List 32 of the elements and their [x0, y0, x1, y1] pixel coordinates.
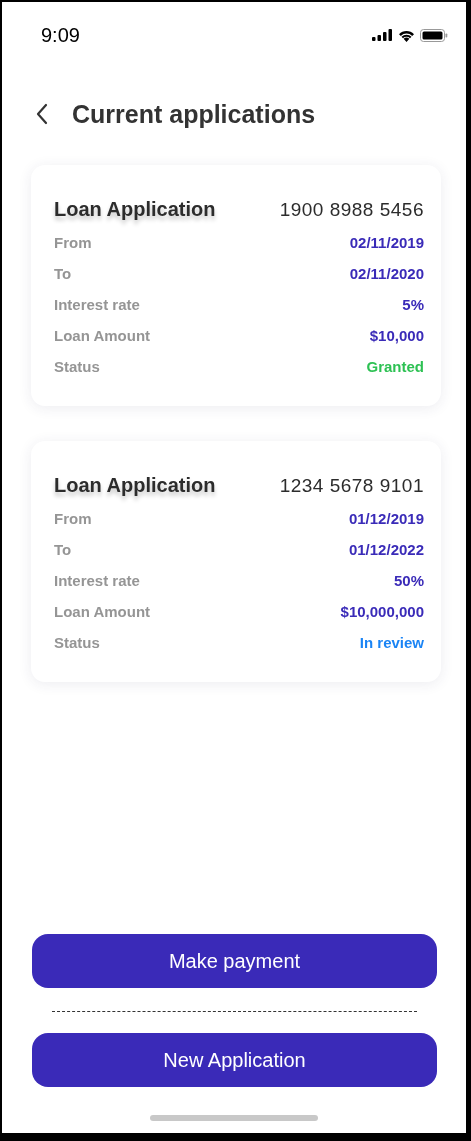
field-value: $10,000	[369, 327, 424, 344]
field-value: 01/12/2022	[348, 541, 424, 558]
field-label: Interest rate	[54, 572, 140, 589]
field-label: From	[54, 234, 92, 251]
action-button[interactable]: Make payment	[32, 934, 437, 988]
field-label: Status	[54, 358, 100, 375]
field-value: 02/11/2019	[349, 234, 424, 251]
field-label: From	[54, 510, 92, 527]
field-value: Granted	[366, 358, 424, 375]
back-icon[interactable]	[36, 103, 48, 125]
field-label: Loan Amount	[54, 327, 151, 344]
field-label: Status	[54, 634, 100, 651]
card-title: Loan Application	[54, 198, 216, 221]
field-value: $10,000,000	[340, 603, 424, 620]
action-button[interactable]: New Application	[32, 1033, 437, 1087]
field-value: 01/12/2019	[348, 510, 424, 527]
field-value: 5%	[402, 296, 424, 313]
field-value: In review	[359, 634, 424, 651]
battery-icon	[420, 28, 448, 42]
page-title: Current applications	[72, 99, 316, 129]
application-number: 1900 8988 5456	[279, 198, 424, 221]
field-label: To	[54, 541, 72, 558]
wifi-icon	[398, 28, 415, 42]
field-label: Loan Amount	[54, 603, 151, 620]
field-label: Interest rate	[54, 296, 140, 313]
field-value: 02/11/2020	[349, 265, 424, 282]
field-label: To	[54, 265, 72, 282]
application-number: 1234 5678 9101	[279, 474, 424, 497]
card-title: Loan Application	[54, 474, 216, 497]
signal-icon	[372, 29, 393, 41]
status-time: 9:09	[41, 23, 80, 47]
field-value: 50%	[393, 572, 424, 589]
